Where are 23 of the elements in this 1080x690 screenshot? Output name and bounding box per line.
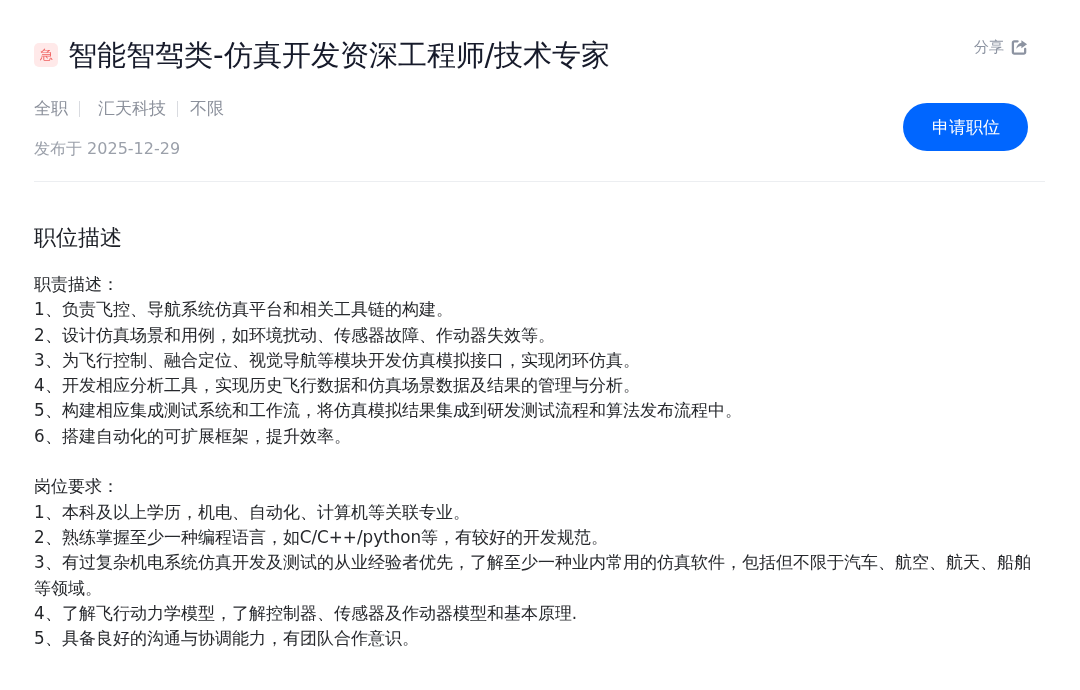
description-line: 5、构建相应集成测试系统和工作流，将仿真模拟结果集成到研发测试流程和算法发布流程中。 [34, 399, 743, 423]
job-meta-text: 汇天科技 [98, 98, 166, 120]
description-line: 4、开发相应分析工具，实现历史飞行数据和仿真场景数据及结果的管理与分析。 [34, 374, 641, 398]
description-line: 2、设计仿真场景和用例，如环境扰动、传感器故障、作动器失效等。 [34, 323, 556, 347]
job-meta-text: 全职 [34, 98, 68, 120]
section-title: 职位描述 [34, 224, 123, 252]
job-meta-text: 不限 [190, 98, 224, 120]
description-line: 3、为飞行控制、融合定位、视觉导航等模块开发仿真模拟接口，实现闭环仿真。 [34, 348, 641, 372]
section-heading: 岗位要求： [34, 475, 120, 499]
apply-button[interactable]: 申请职位 [903, 103, 1028, 151]
publish-date: 发布于 2025-12-29 [34, 138, 182, 160]
description-line: 4、了解飞行动力学模型，了解控制器、传感器及作动器模型和基本原理. [34, 601, 578, 625]
description-line: 1、负责飞控、导航系统仿真平台和相关工具链的构建。 [34, 298, 454, 322]
share-button[interactable]: 分享 [974, 37, 1028, 57]
share-icon [1011, 38, 1028, 56]
description-line: 6、搭建自动化的可扩展框架，提升效率。 [34, 424, 352, 448]
urgent-badge: 急 [34, 43, 58, 67]
job-title: 智能智驾类-仿真开发资深工程师/技术专家 [68, 38, 611, 72]
description-line: 1、本科及以上学历，机电、自动化、计算机等关联专业。 [34, 500, 471, 524]
section-heading: 职责描述： [34, 273, 120, 296]
description-line: 3、有过复杂机电系统仿真开发及测试的从业经验者优先，了解至少一种业内常用的仿真软件，包括但不限于汽车、航空、航天、船舶等领域。 [34, 551, 1032, 600]
description-line: 5、具备良好的沟通与协调能力，有团队合作意识。 [34, 627, 420, 651]
description-line: 2、熟练掌握至少一种编程语言，如C/C++/python等，有较好的开发规范。 [34, 525, 610, 549]
